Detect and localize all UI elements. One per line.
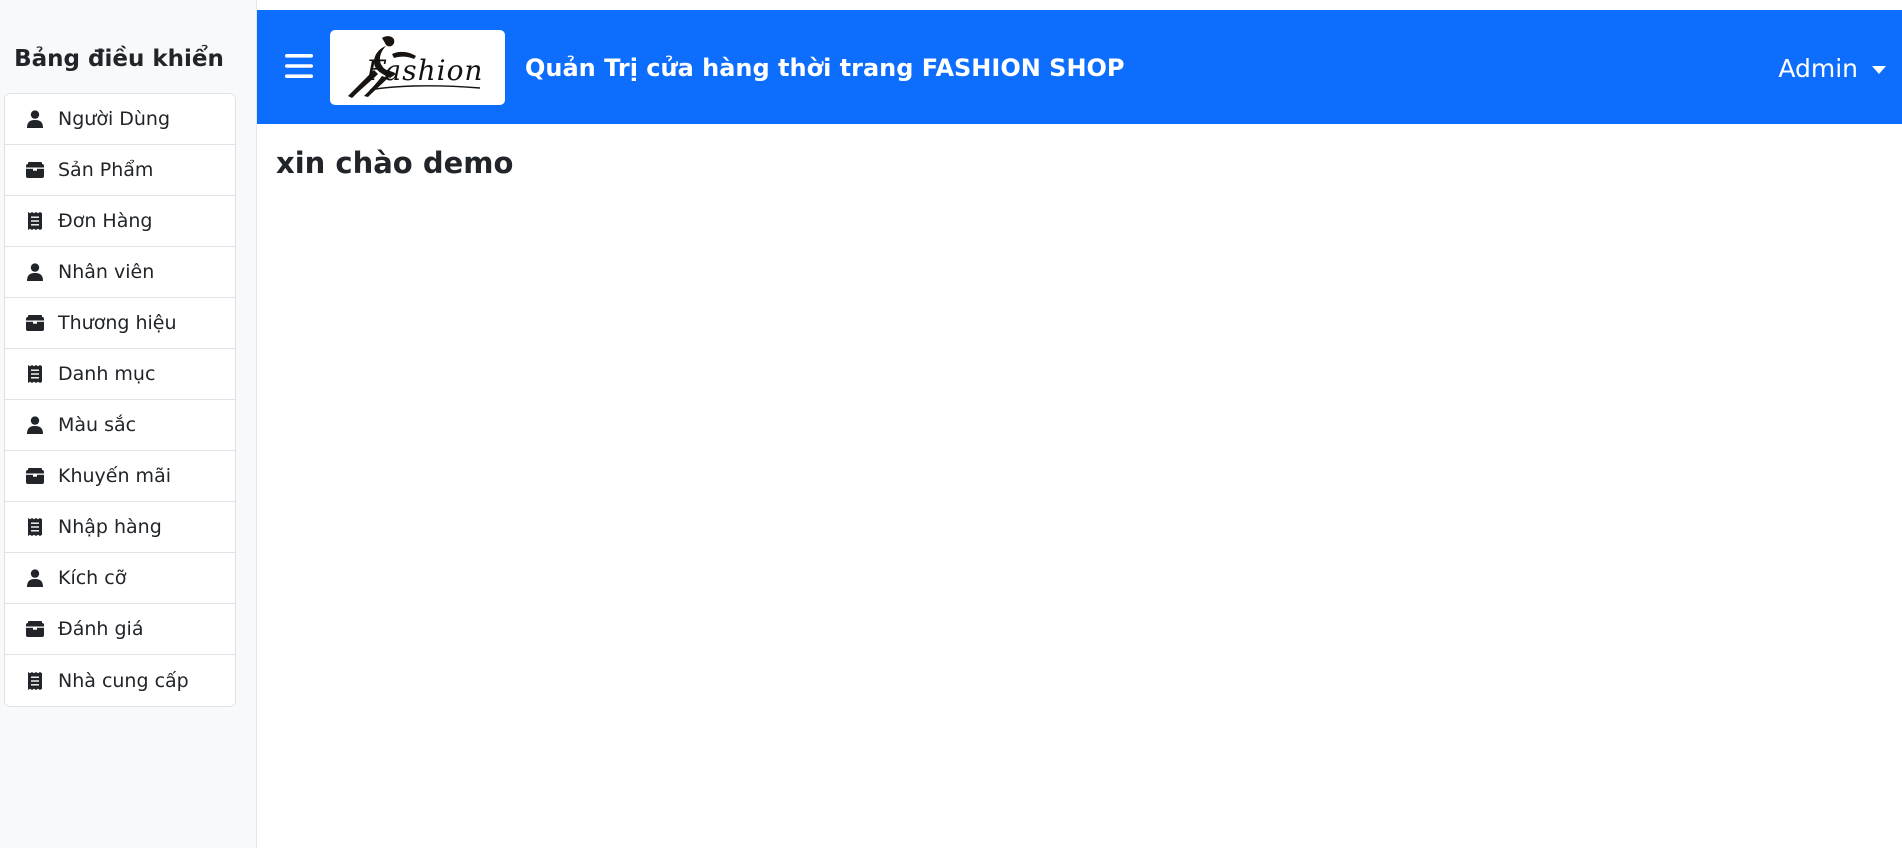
box-icon: [25, 160, 45, 180]
page-title: Quản Trị cửa hàng thời trang FASHION SHO…: [525, 54, 1125, 82]
sidebar-item-label: Nhân viên: [58, 261, 155, 283]
sidebar-item-mau-sac[interactable]: Màu sắc: [5, 400, 235, 451]
admin-dropdown-label: Admin: [1778, 54, 1858, 83]
sidebar-item-nha-cung-cap[interactable]: Nhà cung cấp: [5, 655, 235, 706]
sidebar-item-danh-gia[interactable]: Đánh giá: [5, 604, 235, 655]
sidebar-item-label: Đơn Hàng: [58, 210, 153, 232]
sidebar-item-label: Khuyến mãi: [58, 465, 171, 487]
sidebar-item-nhan-vien[interactable]: Nhân viên: [5, 247, 235, 298]
sidebar-title: Bảng điều khiển: [14, 46, 224, 72]
sidebar-menu: Người Dùng Sản Phẩm Đơn Hàng Nhân viên T: [4, 93, 236, 707]
sidebar-item-label: Danh mục: [58, 363, 156, 385]
user-icon: [25, 415, 45, 435]
admin-dropdown[interactable]: Admin: [1778, 54, 1886, 83]
sidebar-item-label: Sản Phẩm: [58, 159, 154, 181]
logo-text: Fashion: [366, 54, 484, 87]
box-icon: [25, 619, 45, 639]
sidebar-item-don-hang[interactable]: Đơn Hàng: [5, 196, 235, 247]
user-icon: [25, 262, 45, 282]
brand-logo[interactable]: Fashion: [330, 30, 505, 105]
box-icon: [25, 313, 45, 333]
user-icon: [25, 109, 45, 129]
sidebar: Bảng điều khiển Người Dùng Sản Phẩm Đơn …: [0, 0, 257, 848]
sidebar-item-kich-co[interactable]: Kích cỡ: [5, 553, 235, 604]
sidebar-item-nguoi-dung[interactable]: Người Dùng: [5, 94, 235, 145]
top-navbar: Fashion Quản Trị cửa hàng thời trang FAS…: [257, 10, 1902, 124]
receipt-icon: [25, 364, 45, 384]
sidebar-item-label: Kích cỡ: [58, 567, 127, 589]
sidebar-item-thuong-hieu[interactable]: Thương hiệu: [5, 298, 235, 349]
receipt-icon: [25, 211, 45, 231]
receipt-icon: [25, 671, 45, 691]
receipt-icon: [25, 517, 45, 537]
sidebar-item-label: Người Dùng: [58, 108, 171, 130]
sidebar-item-danh-muc[interactable]: Danh mục: [5, 349, 235, 400]
sidebar-item-label: Màu sắc: [58, 414, 137, 436]
hamburger-menu-icon[interactable]: [285, 53, 313, 79]
box-icon: [25, 466, 45, 486]
sidebar-item-san-pham[interactable]: Sản Phẩm: [5, 145, 235, 196]
sidebar-item-label: Nhập hàng: [58, 516, 162, 538]
welcome-heading: xin chào demo: [276, 146, 514, 180]
user-icon: [25, 568, 45, 588]
sidebar-item-label: Thương hiệu: [58, 312, 177, 334]
caret-down-icon: [1872, 65, 1886, 74]
sidebar-item-label: Đánh giá: [58, 618, 144, 640]
sidebar-item-nhap-hang[interactable]: Nhập hàng: [5, 502, 235, 553]
sidebar-item-khuyen-mai[interactable]: Khuyến mãi: [5, 451, 235, 502]
sidebar-item-label: Nhà cung cấp: [58, 669, 189, 692]
